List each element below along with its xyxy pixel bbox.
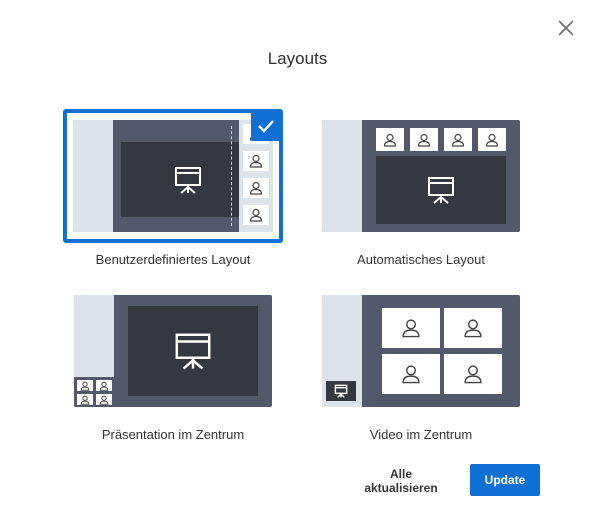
user-icon [417, 133, 431, 147]
camera-tile [96, 380, 112, 391]
camera-tile [478, 128, 506, 151]
user-icon [464, 319, 482, 338]
layout-label: Präsentation im Zentrum [101, 427, 245, 442]
camera-tile [382, 354, 440, 394]
presentation-icon [334, 384, 348, 398]
presentation-icon [428, 177, 454, 204]
layout-option-presentation-center[interactable] [74, 295, 272, 407]
presentation-icon [175, 333, 211, 370]
layout-option-video-center[interactable] [322, 295, 520, 407]
user-icon [383, 133, 397, 147]
user-icon [485, 133, 499, 147]
layout-thumbnail [73, 120, 273, 232]
camera-tile [96, 394, 112, 405]
layout-thumbnail [74, 295, 272, 407]
user-icon [249, 181, 263, 195]
user-icon [99, 395, 109, 405]
camera-tile [243, 205, 269, 225]
update-all-button[interactable]: Alle aktualisieren [351, 466, 451, 495]
camera-tile [382, 308, 440, 348]
presentation-thumbnail [326, 381, 356, 401]
user-icon [80, 381, 90, 391]
layout-thumbnail [322, 120, 520, 232]
camera-tile [77, 394, 93, 405]
update-button[interactable]: Update [470, 464, 540, 496]
presentation-screen [376, 156, 506, 224]
presentation-screen [128, 306, 258, 396]
layout-label: Benutzerdefiniertes Layout [95, 252, 251, 267]
user-icon [99, 381, 109, 391]
camera-tile [376, 128, 404, 151]
layout-option-custom[interactable] [63, 109, 283, 243]
dialog-title: Layouts [267, 49, 328, 68]
camera-tile [243, 151, 269, 171]
layout-label: Video im Zentrum [369, 427, 473, 442]
camera-tile [444, 128, 472, 151]
user-icon [451, 133, 465, 147]
layout-label: Automatisches Layout [357, 252, 485, 267]
camera-tile [243, 178, 269, 198]
checkmark-icon [251, 111, 281, 141]
user-icon [249, 154, 263, 168]
close-icon[interactable] [555, 17, 577, 39]
presentation-icon [175, 166, 201, 194]
user-icon [402, 319, 420, 338]
user-icon [402, 365, 420, 384]
layout-option-automatic[interactable] [322, 120, 520, 232]
user-icon [80, 395, 90, 405]
camera-tile [444, 308, 502, 348]
camera-tile [444, 354, 502, 394]
camera-tile [77, 380, 93, 391]
user-icon [249, 208, 263, 222]
layout-thumbnail [322, 295, 520, 407]
presentation-screen [121, 142, 255, 217]
user-icon [464, 365, 482, 384]
camera-tile [410, 128, 438, 151]
